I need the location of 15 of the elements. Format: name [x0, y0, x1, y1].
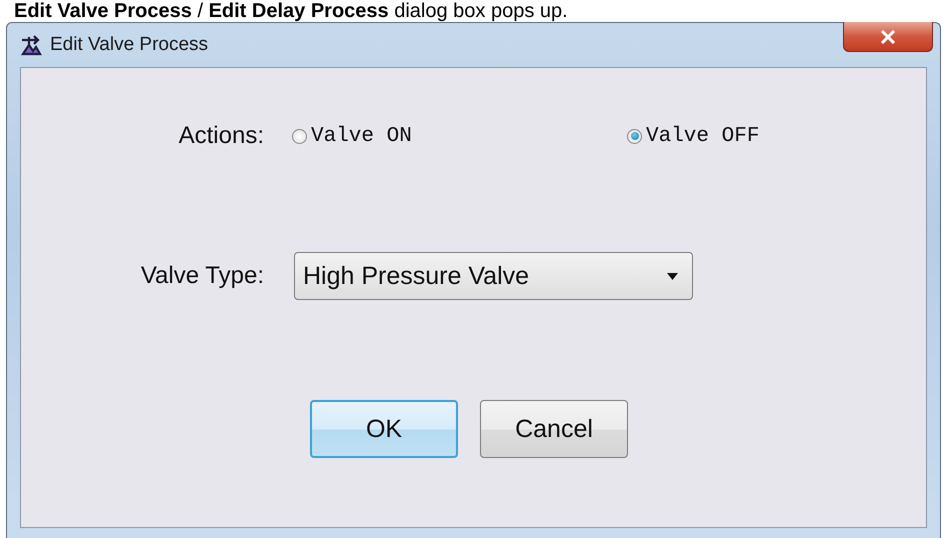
close-icon — [880, 30, 896, 44]
radio-icon[interactable] — [292, 128, 307, 144]
app-icon — [20, 34, 42, 56]
radio-option[interactable]: Valve ON — [292, 124, 627, 148]
actions-label: Actions: — [178, 122, 264, 150]
radio-option[interactable]: Valve OFF — [627, 124, 760, 148]
cancel-button[interactable]: Cancel — [480, 400, 628, 458]
caption-text: Edit Valve Process / Edit Delay Process dialog box pops up. — [13, 0, 569, 22]
ok-button[interactable]: OK — [310, 400, 458, 458]
window-title: Edit Valve Process — [50, 34, 208, 56]
valve-type-label: Valve Type: — [140, 262, 264, 290]
valve-type-dropdown[interactable]: High Pressure Valve — [294, 252, 693, 300]
radio-icon[interactable] — [627, 128, 642, 144]
caret-icon — [667, 272, 678, 280]
close-button[interactable] — [843, 22, 933, 52]
